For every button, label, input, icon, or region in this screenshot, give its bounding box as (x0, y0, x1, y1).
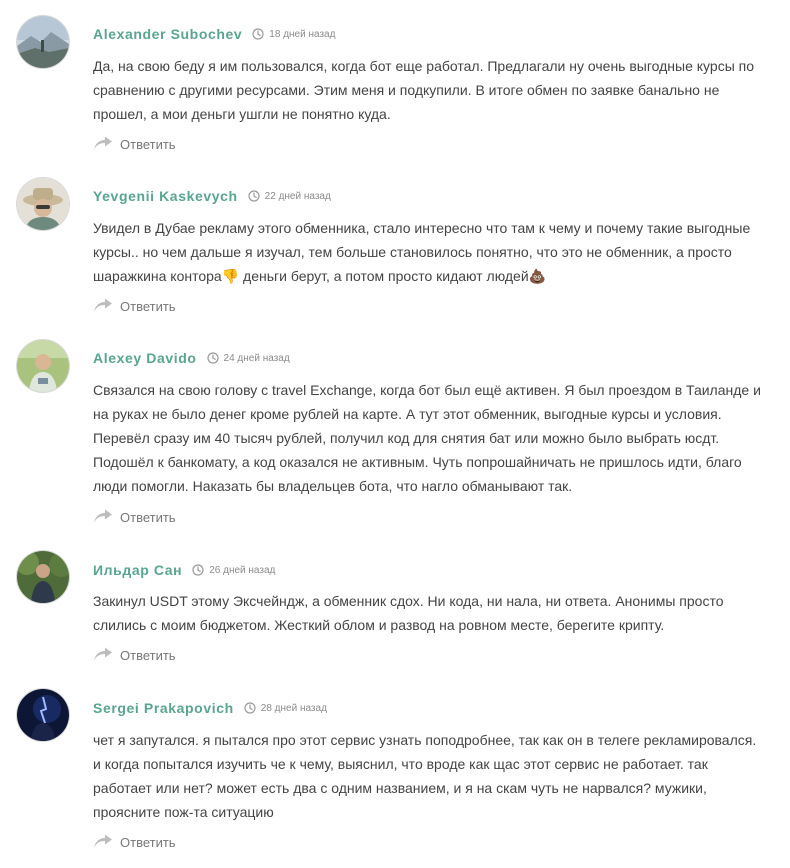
comment-time[interactable]: 24 дней назад (224, 353, 290, 364)
comment-text: Связался на свою голову с travel Exchang… (93, 378, 773, 498)
comment-meta: Alexey Davido 24 дней назад (93, 348, 290, 368)
reply-label: Ответить (120, 834, 176, 850)
author-name[interactable]: Ильдар Сан (93, 562, 182, 578)
clock-icon (207, 352, 219, 364)
comment-text-line: шаражкина контора👎 деньги берут, а потом… (93, 268, 547, 284)
avatar[interactable] (17, 689, 69, 741)
reply-arrow-icon (93, 298, 113, 314)
comment-text-line: сравнению с другими ресурсами. Этим меня… (93, 82, 720, 98)
reply-label: Ответить (120, 136, 176, 152)
author-name[interactable]: Sergei Prakapovich (93, 700, 234, 716)
comment-text-line: и когда попытался изучить че к чему, выя… (93, 756, 708, 772)
avatar[interactable] (17, 551, 69, 603)
comment-text-line: люди помогли. Наказать бы владельцев бот… (93, 478, 573, 494)
author-name[interactable]: Alexey Davido (93, 350, 197, 366)
reply-label: Ответить (120, 647, 176, 663)
comment-text-line: Связался на свою голову с travel Exchang… (93, 382, 761, 398)
comment-time[interactable]: 28 дней назад (261, 703, 327, 714)
reply-label: Ответить (120, 298, 176, 314)
comment-time[interactable]: 26 дней назад (209, 565, 275, 576)
avatar[interactable] (17, 16, 69, 68)
clock-icon (244, 702, 256, 714)
comment-time[interactable]: 18 дней назад (269, 29, 335, 40)
clock-icon (252, 28, 264, 40)
comment-text-line: Да, на свою беду я им пользовался, когда… (93, 58, 755, 74)
comment-text-line: Подошёл к банкомату, а код оказался не а… (93, 454, 742, 470)
comment-text: Увидел в Дубае рекламу этого обменника, … (93, 216, 773, 288)
comment-text-line: на руках не было денег кроме рублей на к… (93, 406, 722, 422)
reply-button[interactable]: Ответить (93, 296, 176, 316)
author-name[interactable]: Alexander Subochev (93, 26, 242, 42)
reply-label: Ответить (120, 509, 176, 525)
reply-button[interactable]: Ответить (93, 832, 176, 852)
reply-button[interactable]: Ответить (93, 507, 176, 527)
reply-button[interactable]: Ответить (93, 645, 176, 665)
comment-time[interactable]: 22 дней назад (265, 191, 331, 202)
comment-meta: Ильдар Сан 26 дней назад (93, 560, 275, 580)
comment-text-line: Увидел в Дубае рекламу этого обменника, … (93, 220, 751, 236)
reply-arrow-icon (93, 509, 113, 525)
comment-text: чет я запутался. я пытался про этот серв… (93, 728, 773, 824)
clock-icon (248, 190, 260, 202)
comment-text-line: чет я запутался. я пытался про этот серв… (93, 732, 757, 748)
reply-arrow-icon (93, 136, 113, 152)
comment-text-line: слились с моим бюджетом. Жесткий облом и… (93, 617, 665, 633)
avatar[interactable] (17, 340, 69, 392)
comment-meta: Alexander Subochev 18 дней назад (93, 24, 335, 44)
comment-text-line: Перевёл сразу им 40 тысяч рублей, получи… (93, 430, 720, 446)
comment-text-line: Закинул USDT этому Эксчейндж, а обменник… (93, 593, 724, 609)
comment-text: Закинул USDT этому Эксчейндж, а обменник… (93, 589, 773, 637)
avatar[interactable] (17, 178, 69, 230)
comment-text-line: курсы.. но чем дальше я изучал, тем боль… (93, 244, 732, 260)
comment-meta: Yevgenii Kaskevych 22 дней назад (93, 186, 331, 206)
reply-arrow-icon (93, 834, 113, 850)
comment-text-line: прошел, а мои деньги ушгли не понятно ку… (93, 106, 391, 122)
comment-text: Да, на свою беду я им пользовался, когда… (93, 54, 773, 126)
comment-text-line: работает или нет? может есть два с одним… (93, 780, 707, 796)
comment-meta: Sergei Prakapovich 28 дней назад (93, 698, 327, 718)
author-name[interactable]: Yevgenii Kaskevych (93, 188, 238, 204)
comment-text-line: проясните пож-та ситуацию (93, 804, 274, 820)
clock-icon (192, 564, 204, 576)
reply-arrow-icon (93, 647, 113, 663)
reply-button[interactable]: Ответить (93, 134, 176, 154)
